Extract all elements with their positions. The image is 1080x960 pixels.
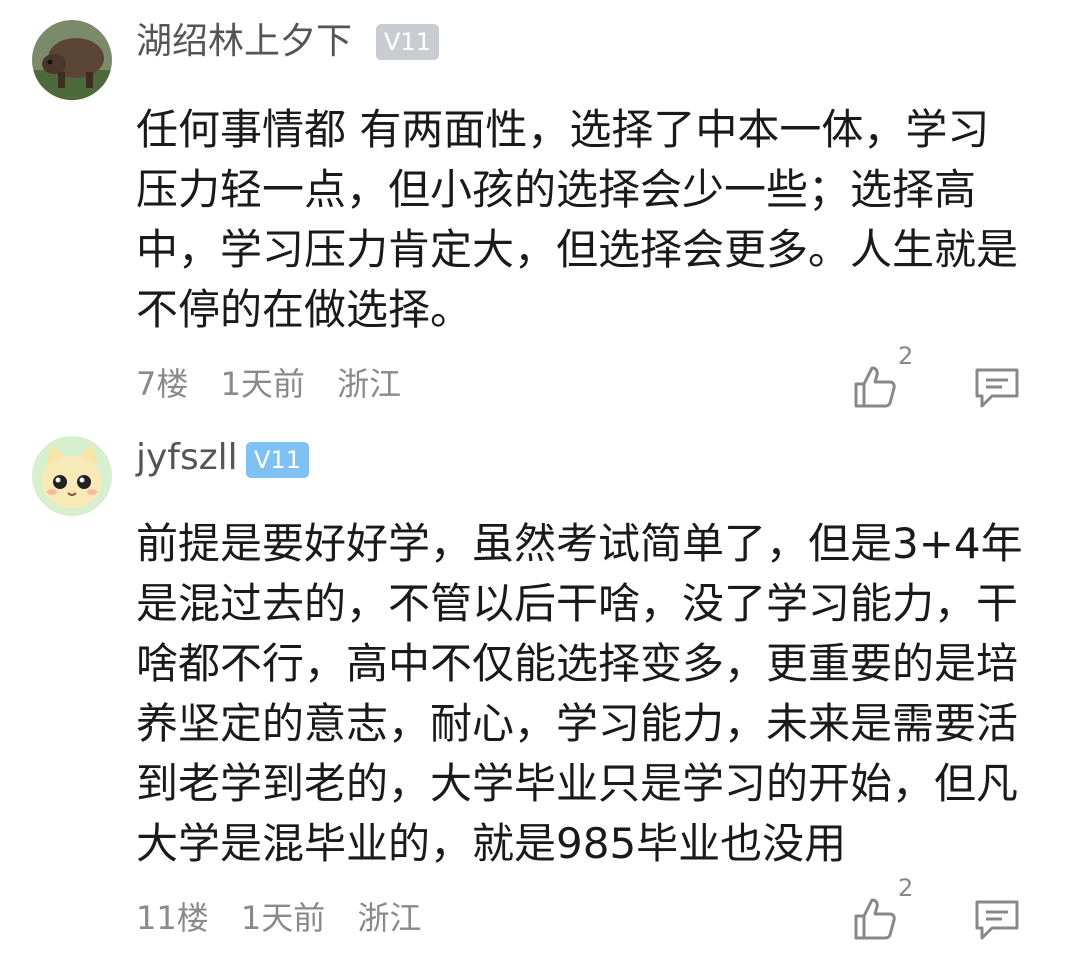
comment-text: 任何事情都 有两面性，选择了中本一体，学习 压力轻一点，但小孩的选择会少一些；选… [136,100,1056,340]
post-time: 1天前 [220,365,305,403]
comment-bubble-icon [975,368,1019,408]
comment-line: 啥都不行，高中不仅能选择变多，更重要的是培 [136,639,1019,688]
comment-line: 不停的在做选择。 [136,285,473,334]
floor-number: 11楼 [136,899,209,937]
like-button[interactable]: 2 [850,342,920,422]
thumbs-up-icon [854,898,896,940]
thumbs-up-icon [854,366,896,408]
username[interactable]: jyfszll [136,436,238,480]
like-count: 2 [898,874,914,902]
comment-meta: 11楼 1天前 浙江 [136,898,443,938]
comment-line: 养坚定的意志，耐心，学习能力，未来是需要活 [136,699,1019,748]
comment-bubble-icon [975,900,1019,940]
post-time: 1天前 [240,899,326,937]
level-badge: V11 [246,442,309,478]
location: 浙江 [337,365,402,403]
comment-line: 大学是混毕业的，就是985毕业也没用 [136,819,847,868]
reply-button[interactable] [972,366,1026,414]
comment-line: 是混过去的，不管以后干啥，没了学习能力，干 [136,579,1019,628]
reply-button[interactable] [972,898,1026,946]
comment-text: 前提是要好好学，虽然考试简单了，但是3+4年 是混过去的，不管以后干啥，没了学习… [136,514,1056,874]
comment-line: 中，学习压力肯定大，但选择会更多。人生就是 [136,225,1019,274]
comment-line: 前提是要好好学，虽然考试简单了，但是3+4年 [136,519,1023,568]
cat-avatar-icon[interactable] [32,436,112,516]
level-badge: V11 [376,24,439,60]
username[interactable]: 湖绍林上夕下 [136,20,352,64]
like-button[interactable]: 2 [850,874,920,954]
location: 浙江 [357,899,422,937]
floor-number: 7楼 [136,365,189,403]
comment-line: 压力轻一点，但小孩的选择会少一些；选择高 [136,165,977,214]
comment-line: 任何事情都 有两面性，选择了中本一体，学习 [136,105,990,154]
comment-meta: 7楼 1天前 浙江 [136,364,423,404]
like-count: 2 [898,342,914,370]
bear-avatar-icon[interactable] [32,20,112,100]
comment-line: 到老学到老的，大学毕业只是学习的开始，但凡 [136,759,1019,808]
